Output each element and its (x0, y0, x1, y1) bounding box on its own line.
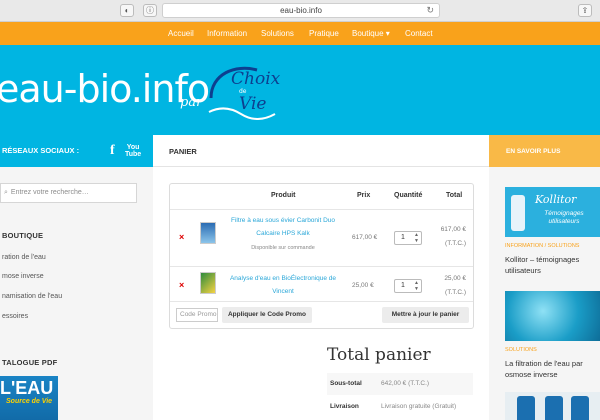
quantity-value: 1 (401, 282, 405, 289)
shipping-row: Livraison Livraison gratuite (Gratuit) (327, 396, 473, 418)
shipping-value: Livraison gratuite (Gratuit) (381, 403, 457, 410)
youtube-icon-bottom: Tube (125, 151, 142, 158)
boutique-title: BOUTIQUE (2, 231, 44, 240)
info-icon[interactable]: ⓘ (143, 4, 157, 17)
facebook-icon[interactable]: f (110, 135, 115, 167)
filter-cartridge-icon (517, 396, 535, 420)
right-sidebar-title: EN SAVOIR PLUS (506, 148, 561, 155)
kollitor-image-subtitle: Témoignages utilisateurs (544, 210, 584, 225)
line-total: 25,00 € (444, 275, 466, 282)
share-icon[interactable]: ⇪ (578, 4, 592, 17)
banner-par-text: par (180, 95, 203, 110)
update-cart-button[interactable]: Mettre à jour le panier (382, 307, 469, 323)
row-divider (170, 301, 473, 302)
boutique-link-accessoires[interactable]: essoires (2, 313, 28, 320)
catalog-cover[interactable]: L'EAU Source de Vie (0, 376, 58, 420)
quantity-stepper[interactable]: 1 ▲ ▼ (394, 231, 422, 245)
search-icon: ⌕ (4, 189, 8, 196)
stepper-arrows-icon[interactable]: ▲ ▼ (414, 280, 419, 292)
availability-note: Disponible sur commande (251, 245, 315, 251)
product-price: 25,00 € (352, 282, 374, 289)
address-bar[interactable]: eau-bio.info ↻ (162, 3, 440, 18)
nav-item-pratique[interactable]: Pratique (309, 22, 339, 45)
choix-de-vie-logo[interactable]: Choix de Vie (205, 62, 287, 120)
browser-toolbar: ◐ ⓘ eau-bio.info ↻ ⇪ (0, 0, 600, 22)
boutique-link-dynamisation[interactable]: namisation de l'eau (2, 293, 62, 300)
main-content: Produit Prix Quantité Total × Filtre à e… (153, 167, 489, 420)
col-header-quantity: Quantité (394, 192, 423, 199)
filter-cartridge-icon (571, 396, 589, 420)
kollitor-post-image[interactable]: Kollitor Témoignages utilisateurs (505, 187, 600, 237)
col-header-product: Produit (271, 192, 296, 199)
boutique-link-osmose[interactable]: mose inverse (2, 273, 44, 280)
catalog-cover-subtitle: Source de Vie (6, 398, 53, 405)
filters-post-image[interactable] (505, 392, 600, 420)
logo-word-choix: Choix (231, 69, 281, 89)
nav-item-contact[interactable]: Contact (405, 22, 433, 45)
filter-bottle-icon (511, 195, 525, 231)
cart-totals-title: Total panier (327, 345, 431, 365)
right-sidebar-header: EN SAVOIR PLUS (489, 135, 600, 167)
line-total: 617,00 € (440, 226, 466, 233)
product-price: 617,00 € (352, 234, 378, 241)
product-name-link[interactable]: Filtre à eau sous évier Carbonit Duo Cal… (227, 214, 339, 240)
right-sidebar: Kollitor Témoignages utilisateurs INFORM… (489, 167, 600, 420)
filter-cartridge-icon (545, 396, 563, 420)
catalog-title: TALOGUE PDF (2, 358, 58, 367)
post-category[interactable]: SOLUTIONS (505, 347, 537, 353)
post-title-link[interactable]: Kollitor – témoignages utilisateurs (505, 254, 597, 276)
apply-promo-button[interactable]: Appliquer le Code Promo (222, 307, 312, 323)
header-divider (170, 209, 473, 210)
social-header: RÉSEAUX SOCIAUX : f You Tube (0, 135, 153, 167)
search-placeholder: Entrez votre recherche… (10, 189, 89, 196)
catalog-cover-title: L'EAU (0, 378, 54, 398)
promo-code-input[interactable]: Code Promo (176, 308, 218, 322)
quantity-stepper[interactable]: 1 ▲ ▼ (394, 279, 422, 293)
col-header-price: Prix (357, 192, 371, 199)
main-nav: Accueil Information Solutions Pratique B… (0, 22, 600, 45)
left-sidebar: ⌕ Entrez votre recherche… BOUTIQUE ration… (0, 167, 153, 420)
remove-item-button[interactable]: × (179, 232, 184, 242)
youtube-icon-top: You (126, 144, 140, 151)
nav-item-information[interactable]: Information (207, 22, 247, 45)
page-title: PANIER (169, 147, 197, 156)
nav-item-boutique[interactable]: Boutique ▾ (352, 22, 390, 45)
product-thumbnail[interactable] (200, 222, 216, 244)
nav-item-solutions[interactable]: Solutions (261, 22, 294, 45)
kollitor-image-title: Kollitor (535, 193, 577, 206)
site-logo-text[interactable]: eau-bio.info (0, 67, 210, 111)
subtotal-value: 642,00 € (T.T.C.) (381, 380, 430, 387)
social-title: RÉSEAUX SOCIAUX : (2, 146, 80, 155)
boutique-link-filtration[interactable]: ration de l'eau (2, 254, 46, 261)
subtotal-label: Sous-total (330, 380, 362, 387)
site-banner: eau-bio.info par Choix de Vie (0, 45, 600, 135)
shipping-label: Livraison (330, 403, 359, 410)
search-input[interactable]: ⌕ Entrez votre recherche… (0, 183, 137, 203)
ttc-label: (T.T.C.) (445, 240, 466, 247)
reader-icon[interactable]: ◐ (120, 4, 134, 17)
product-thumbnail[interactable] (200, 272, 216, 294)
promo-code-placeholder: Code Promo (180, 311, 217, 318)
subtotal-row: Sous-total 642,00 € (T.T.C.) (327, 373, 473, 395)
product-name-link[interactable]: Analyse d'eau en BioÉlectronique de Vinc… (227, 272, 339, 298)
water-post-image[interactable] (505, 291, 600, 341)
col-header-total: Total (446, 192, 463, 199)
post-category[interactable]: INFORMATION / SOLUTIONS (505, 243, 579, 249)
remove-item-button[interactable]: × (179, 280, 184, 290)
row-divider (170, 266, 473, 267)
reload-icon[interactable]: ↻ (426, 4, 434, 17)
quantity-value: 1 (401, 234, 405, 241)
stepper-arrows-icon[interactable]: ▲ ▼ (414, 232, 419, 244)
cart-table: Produit Prix Quantité Total × Filtre à e… (169, 183, 474, 329)
ttc-label: (T.T.C.) (445, 289, 466, 296)
address-text: eau-bio.info (280, 6, 322, 15)
logo-word-vie: Vie (239, 94, 266, 114)
nav-item-accueil[interactable]: Accueil (168, 22, 194, 45)
youtube-icon[interactable]: You Tube (125, 144, 141, 158)
page-header: PANIER (153, 135, 489, 167)
post-title-link[interactable]: La filtration de l'eau par osmose invers… (505, 358, 597, 380)
